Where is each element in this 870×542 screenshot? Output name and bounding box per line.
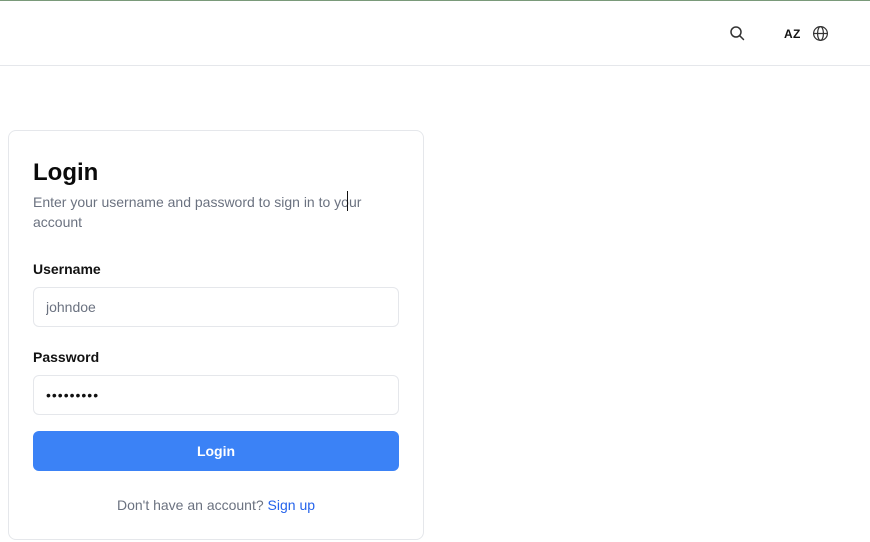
language-code[interactable]: AZ xyxy=(784,27,801,41)
password-label: Password xyxy=(33,349,100,365)
text-cursor xyxy=(347,191,348,211)
username-label: Username xyxy=(33,261,101,277)
globe-icon[interactable] xyxy=(810,23,830,43)
search-icon[interactable] xyxy=(727,23,747,43)
top-header: AZ xyxy=(0,1,870,66)
login-description: Enter your username and password to sign… xyxy=(33,194,362,230)
signup-prompt: Don't have an account? xyxy=(116,497,264,513)
username-input[interactable] xyxy=(33,287,399,327)
login-title: Login xyxy=(33,159,99,186)
login-button[interactable]: Login xyxy=(33,431,399,471)
signup-link[interactable]: Sign up xyxy=(268,497,315,513)
login-card: Login Enter your username and password t… xyxy=(8,130,424,540)
signup-row: Don't have an account? Sign up xyxy=(9,497,423,513)
password-input[interactable] xyxy=(33,375,399,415)
